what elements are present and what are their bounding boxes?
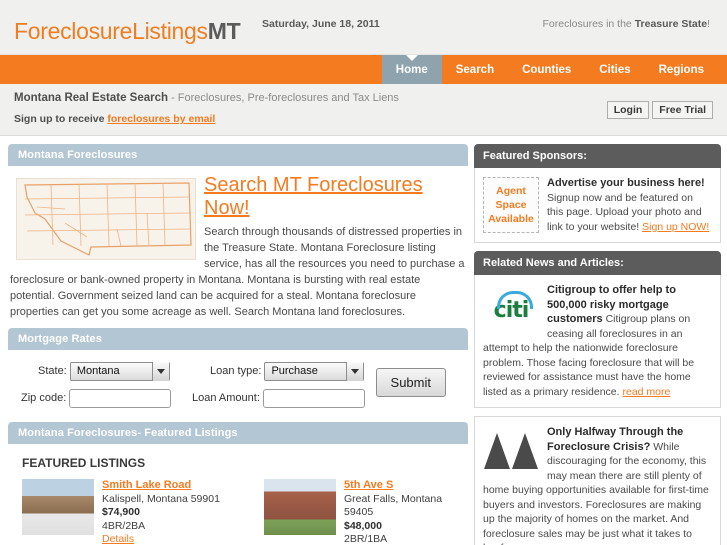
listing-info: Smith Lake Road Kalispell, Montana 59901… [102, 479, 220, 545]
main-column: Montana Foreclosures Search MT Foreclosu… [8, 144, 468, 545]
search-tagline-bold: Montana Real Estate Search [14, 92, 169, 104]
top-header: ForeclosureListingsMT Saturday, June 18,… [0, 0, 727, 55]
news-article-1: citi Citigroup to offer help to 500,000 … [474, 275, 721, 408]
tagline-prefix: Foreclosures in the [542, 18, 635, 30]
sub-header: Montana Real Estate Search - Foreclosure… [0, 84, 727, 136]
news-article-2: Only Halfway Through the Foreclosure Cri… [474, 416, 721, 545]
featured-listings-heading: FEATURED LISTINGS [22, 456, 146, 470]
list-item: 5th Ave S Great Falls, Montana 59405 $48… [264, 479, 462, 545]
list-item: Smith Lake Road Kalispell, Montana 59901… [22, 479, 220, 545]
featured-sponsors-body: Agent Space Available Advertise your bus… [474, 168, 721, 243]
content-area: Montana Foreclosures Search MT Foreclosu… [0, 136, 727, 545]
state-select[interactable]: Montana [69, 362, 170, 381]
agent-space-line2: Space [495, 199, 527, 211]
loan-amount-field: Loan Amount: [192, 389, 365, 408]
mortgage-rates-form: State: Montana Zip code: Loan type: Purc… [8, 350, 468, 422]
logo-suffix-text: MT [207, 18, 241, 44]
nav-item-counties[interactable]: Counties [508, 55, 585, 84]
listing-price: $74,900 [102, 506, 140, 518]
listing-address-link[interactable]: Smith Lake Road [102, 479, 191, 491]
search-tagline-rest: - Foreclosures, Pre-foreclosures and Tax… [168, 92, 399, 104]
main-navigation: Home Search Counties Cities Regions [381, 55, 718, 84]
sponsor-headline: Advertise your business here! [547, 177, 705, 189]
loan-type-select[interactable]: Purchase [264, 362, 365, 381]
state-field: State: Montana [38, 362, 170, 381]
chart-icon [483, 427, 539, 479]
featured-sponsors-panel: Featured Sponsors: Agent Space Available… [474, 144, 721, 243]
citi-logo-icon: citi [483, 285, 539, 337]
hero-heading-link[interactable]: Search MT Foreclosures Now! [204, 174, 423, 219]
logo-primary-text: ForeclosureListings [14, 18, 208, 44]
listing-location: Kalispell, Montana 59901 [102, 492, 220, 505]
sidebar: Featured Sponsors: Agent Space Available… [474, 144, 721, 545]
listing-details-link[interactable]: Details [102, 533, 134, 545]
header-tagline: Foreclosures in the Treasure State! [542, 18, 710, 30]
featured-listings-body: FEATURED LISTINGS Smith Lake Road Kalisp… [8, 444, 468, 545]
email-signup-prefix: Sign up to receive [14, 113, 108, 125]
listing-location: Great Falls, Montana 59405 [344, 492, 443, 519]
property-thumbnail[interactable] [22, 479, 94, 535]
nav-item-search[interactable]: Search [442, 55, 508, 84]
featured-listings-title: Montana Foreclosures- Featured Listings [8, 422, 468, 444]
montana-map-svg [24, 182, 192, 256]
featured-sponsors-title: Featured Sponsors: [474, 144, 721, 168]
state-select-value: Montana [76, 365, 120, 377]
chevron-down-icon [346, 362, 364, 381]
listing-price: $48,000 [344, 519, 382, 532]
nav-item-cities[interactable]: Cities [585, 55, 644, 84]
email-signup-link[interactable]: foreclosures by email [107, 113, 215, 125]
related-news-panel: Related News and Articles: citi Citigrou… [474, 251, 721, 408]
state-label: State: [38, 365, 67, 378]
news-read-more-link[interactable]: read more [622, 386, 670, 398]
property-thumbnail[interactable] [264, 479, 336, 535]
site-logo[interactable]: ForeclosureListingsMT [14, 18, 241, 45]
related-news-title: Related News and Articles: [474, 251, 721, 275]
featured-listings-row: Smith Lake Road Kalispell, Montana 59901… [22, 479, 462, 545]
loan-amount-input[interactable] [262, 389, 365, 408]
agent-space-placeholder[interactable]: Agent Space Available [483, 177, 539, 233]
login-button[interactable]: Login [606, 101, 650, 119]
foreclosures-panel-title: Montana Foreclosures [8, 144, 468, 166]
tagline-suffix: ! [707, 18, 710, 30]
loan-type-label: Loan type: [210, 365, 262, 378]
listing-info: 5th Ave S Great Falls, Montana 59405 $48… [344, 479, 462, 545]
listing-beds-baths: 2BR/1BA [344, 533, 388, 545]
nav-item-home[interactable]: Home [381, 55, 442, 84]
zip-field: Zip code: [21, 389, 172, 408]
loan-amount-label: Loan Amount: [192, 392, 260, 405]
agent-space-line1: Agent [496, 185, 526, 197]
listing-beds-baths: 4BR/2BA [102, 519, 146, 532]
zip-input[interactable] [69, 389, 172, 408]
chevron-down-icon [151, 362, 169, 381]
zip-label: Zip code: [21, 392, 67, 405]
loan-type-select-value: Purchase [271, 365, 318, 377]
featured-listings-panel: Montana Foreclosures- Featured Listings … [8, 422, 468, 545]
tagline-state: Treasure State [634, 18, 708, 30]
sponsor-signup-link[interactable]: Sign up NOW! [642, 221, 709, 233]
agent-space-line3: Available [488, 213, 534, 225]
listing-address-link[interactable]: 5th Ave S [344, 479, 393, 491]
news-article-2-panel: Only Halfway Through the Foreclosure Cri… [474, 416, 721, 545]
auth-buttons: Login Free Trial [606, 101, 713, 119]
main-navigation-bar: Home Search Counties Cities Regions [0, 55, 727, 84]
submit-button[interactable]: Submit [375, 368, 446, 397]
montana-map-icon [16, 178, 196, 260]
hero-body: Search MT Foreclosures Now! Search throu… [8, 166, 468, 328]
search-tagline: Montana Real Estate Search - Foreclosure… [14, 92, 399, 104]
current-date: Saturday, June 18, 2011 [262, 18, 380, 30]
nav-item-regions[interactable]: Regions [645, 55, 718, 84]
mortgage-rates-title: Mortgage Rates [8, 328, 468, 350]
email-signup-line: Sign up to receive foreclosures by email [14, 113, 215, 125]
page-root: ForeclosureListingsMT Saturday, June 18,… [0, 0, 727, 545]
loan-type-field: Loan type: Purchase [210, 362, 365, 381]
mortgage-rates-panel: Mortgage Rates State: Montana Zip code: … [8, 328, 468, 422]
foreclosures-panel: Montana Foreclosures Search MT Foreclosu… [8, 144, 468, 328]
free-trial-button[interactable]: Free Trial [652, 101, 713, 119]
